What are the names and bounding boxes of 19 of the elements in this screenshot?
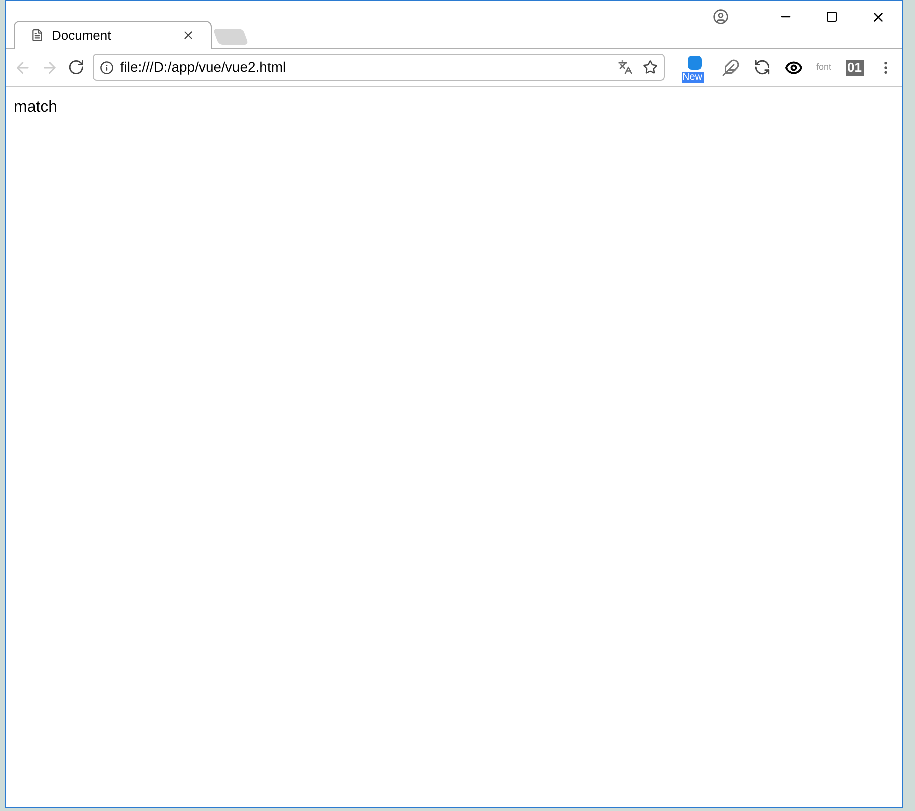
translate-icon[interactable] bbox=[618, 60, 633, 75]
reload-icon[interactable] bbox=[68, 59, 84, 76]
browser-tab[interactable]: Document bbox=[14, 21, 212, 49]
maximize-icon[interactable] bbox=[826, 11, 838, 23]
profile-icon[interactable] bbox=[713, 9, 729, 25]
close-tab-icon[interactable] bbox=[182, 29, 195, 42]
page-text: match bbox=[14, 99, 58, 116]
sync-icon[interactable] bbox=[754, 59, 771, 76]
url-text: file:///D:/app/vue/vue2.html bbox=[120, 58, 288, 77]
address-bar[interactable]: file:///D:/app/vue/vue2.html bbox=[93, 54, 665, 81]
feather-icon[interactable] bbox=[722, 58, 740, 76]
page-icon bbox=[31, 29, 44, 42]
bookmark-star-icon[interactable] bbox=[642, 60, 658, 75]
tab-title: Document bbox=[52, 26, 112, 45]
binary-extension[interactable]: 01 bbox=[846, 60, 864, 76]
new-badge: New bbox=[682, 72, 704, 82]
extension-button[interactable]: New bbox=[682, 54, 708, 80]
info-icon bbox=[100, 60, 114, 74]
font-extension[interactable]: font bbox=[816, 60, 832, 74]
